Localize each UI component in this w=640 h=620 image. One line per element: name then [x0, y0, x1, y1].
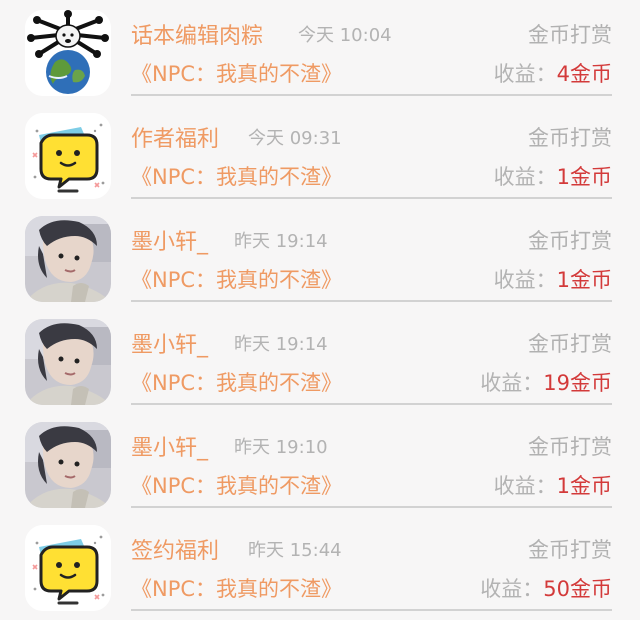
- earnings-amount: 19: [543, 371, 570, 395]
- earnings: 收益：1金币: [494, 470, 612, 500]
- book-title-link[interactable]: 《NPC：我真的不渣》: [131, 264, 342, 294]
- list-item[interactable]: 签约福利 昨天 15:44 金币打赏《NPC：我真的不渣》 收益：50金币: [0, 515, 640, 618]
- list-item[interactable]: 墨小轩_ 昨天 19:10 金币打赏《NPC：我真的不渣》 收益：1金币: [0, 412, 640, 515]
- sender-name[interactable]: 墨小轩_: [131, 430, 208, 462]
- earnings-amount: 1: [556, 165, 570, 189]
- book-title-link[interactable]: 《NPC：我真的不渣》: [131, 58, 342, 88]
- earnings-unit: 金币: [570, 165, 612, 189]
- timestamp: 昨天 19:14: [234, 231, 328, 252]
- reward-type-label: 金币打赏: [528, 435, 612, 459]
- earnings-label: 收益：: [480, 577, 544, 601]
- earnings: 收益：4金币: [494, 58, 612, 88]
- earnings: 收益：50金币: [480, 573, 612, 603]
- row-divider: [131, 403, 612, 405]
- timestamp: 今天 09:31: [248, 128, 342, 149]
- earnings-amount: 4: [556, 62, 570, 86]
- earnings-label: 收益：: [480, 371, 544, 395]
- earnings-amount: 1: [556, 474, 570, 498]
- earnings: 收益：1金币: [494, 264, 612, 294]
- sender-name[interactable]: 作者福利: [131, 121, 219, 153]
- user-photo-avatar[interactable]: [25, 319, 111, 405]
- earnings-unit: 金币: [570, 268, 612, 292]
- sender-name[interactable]: 签约福利: [131, 533, 219, 565]
- earnings-unit: 金币: [570, 371, 612, 395]
- list-item[interactable]: 墨小轩_ 昨天 19:14 金币打赏《NPC：我真的不渣》 收益：1金币: [0, 206, 640, 309]
- earnings-label: 收益：: [493, 268, 557, 292]
- earnings: 收益：19金币: [480, 367, 612, 397]
- sender-name[interactable]: 话本编辑肉粽: [131, 18, 263, 50]
- user-photo-avatar[interactable]: [25, 422, 111, 508]
- reward-type-label: 金币打赏: [528, 332, 612, 356]
- timestamp: 今天 10:04: [298, 25, 392, 46]
- earnings-amount: 50: [543, 577, 570, 601]
- row-divider: [131, 94, 612, 96]
- timestamp: 昨天 19:14: [234, 334, 328, 355]
- reward-type-label: 金币打赏: [528, 229, 612, 253]
- earnings-label: 收益：: [493, 165, 557, 189]
- earnings-label: 收益：: [493, 62, 557, 86]
- timestamp: 昨天 15:44: [248, 540, 342, 561]
- list-item[interactable]: 话本编辑肉粽 今天 10:04 金币打赏《NPC：我真的不渣》 收益：4金币: [0, 0, 640, 103]
- chat-bubble-avatar[interactable]: [25, 525, 111, 611]
- list-item[interactable]: 作者福利 今天 09:31 金币打赏《NPC：我真的不渣》 收益：1金币: [0, 103, 640, 206]
- earnings-label: 收益：: [493, 474, 557, 498]
- earnings-unit: 金币: [570, 577, 612, 601]
- globe-bones-avatar[interactable]: [25, 10, 111, 96]
- reward-type-label: 金币打赏: [528, 538, 612, 562]
- book-title-link[interactable]: 《NPC：我真的不渣》: [131, 470, 342, 500]
- earnings-unit: 金币: [570, 474, 612, 498]
- earnings-unit: 金币: [570, 62, 612, 86]
- row-divider: [131, 300, 612, 302]
- reward-list: 话本编辑肉粽 今天 10:04 金币打赏 《NPC：我真的不渣》 收益：4金币 作者福利今…: [0, 0, 640, 620]
- row-divider: [131, 506, 612, 508]
- earnings-amount: 1: [556, 268, 570, 292]
- row-divider: [131, 609, 612, 611]
- sender-name[interactable]: 墨小轩_: [131, 224, 208, 256]
- reward-type-label: 金币打赏: [528, 126, 612, 150]
- book-title-link[interactable]: 《NPC：我真的不渣》: [131, 161, 342, 191]
- list-item[interactable]: 墨小轩_ 昨天 19:14 金币打赏《NPC：我真的不渣》 收益：19金币: [0, 309, 640, 412]
- book-title-link[interactable]: 《NPC：我真的不渣》: [131, 367, 342, 397]
- sender-name[interactable]: 墨小轩_: [131, 327, 208, 359]
- book-title-link[interactable]: 《NPC：我真的不渣》: [131, 573, 342, 603]
- chat-bubble-avatar[interactable]: [25, 113, 111, 199]
- earnings: 收益：1金币: [494, 161, 612, 191]
- timestamp: 昨天 19:10: [234, 437, 328, 458]
- row-divider: [131, 197, 612, 199]
- reward-type-label: 金币打赏: [528, 23, 612, 47]
- user-photo-avatar[interactable]: [25, 216, 111, 302]
